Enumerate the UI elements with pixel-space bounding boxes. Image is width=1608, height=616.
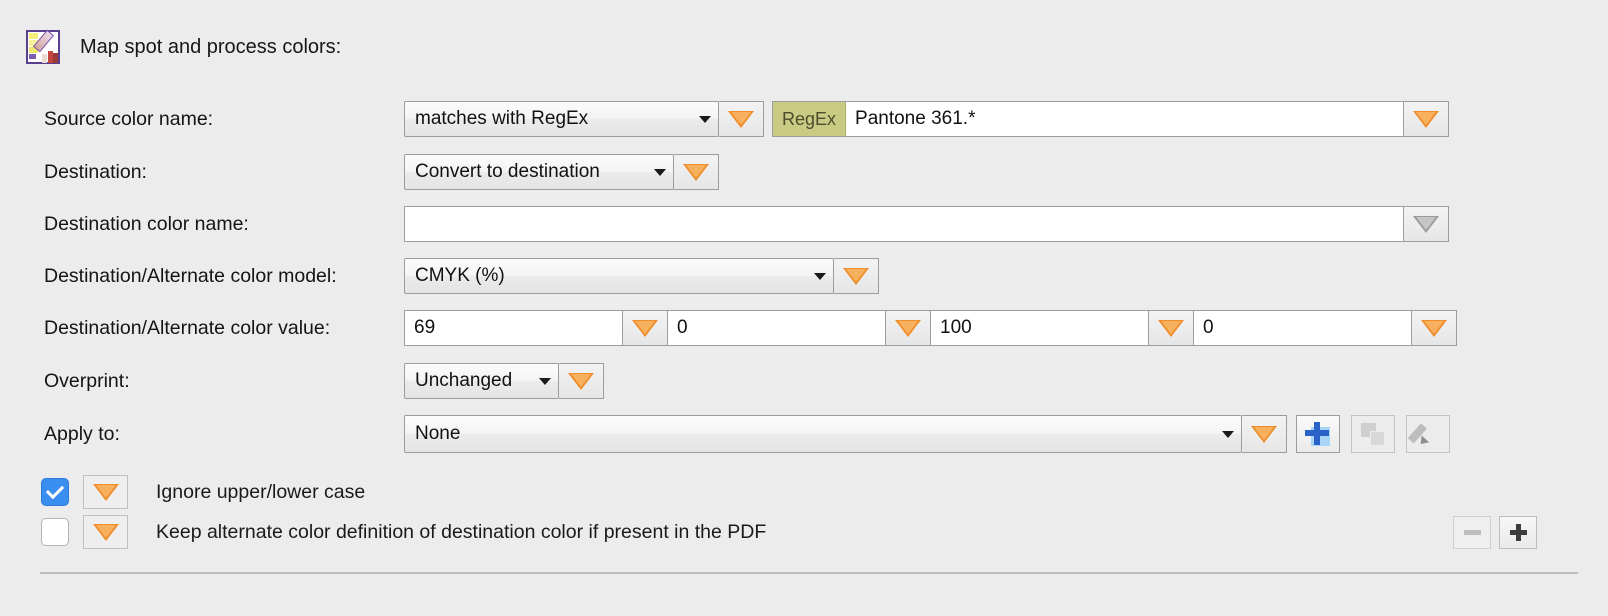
label-color-model: Destination/Alternate color model:	[44, 265, 337, 288]
destination-color-name-input[interactable]	[404, 206, 1404, 242]
copy-icon	[1361, 423, 1385, 446]
chevron-down-icon	[647, 169, 673, 176]
color-value-cyan: 69	[405, 317, 622, 339]
label-source-color-name: Source color name:	[44, 108, 213, 131]
row-color-value: Destination/Alternate color value: 69 0 …	[0, 302, 1608, 354]
orange-triangle-icon	[1158, 320, 1184, 337]
destination-select[interactable]: Convert to destination	[404, 154, 674, 190]
orange-triangle-icon	[1413, 111, 1439, 128]
color-value-magenta: 0	[668, 317, 885, 339]
apply-to-select[interactable]: None	[404, 415, 1242, 453]
overprint-value: Unchanged	[405, 370, 532, 392]
pencil-icon	[1417, 423, 1439, 445]
duplicate-condition-button[interactable]	[1351, 415, 1395, 453]
panel-header: Map spot and process colors:	[26, 28, 341, 66]
row-destination-color-name: Destination color name:	[0, 198, 1608, 250]
orange-triangle-icon	[1421, 320, 1447, 337]
remove-row-button[interactable]	[1453, 516, 1491, 549]
chevron-down-icon	[1215, 431, 1241, 438]
minus-icon	[1464, 530, 1481, 535]
keep-alternate-variable-button[interactable]	[83, 515, 128, 549]
color-value-yellow: 100	[931, 317, 1148, 339]
row-overprint: Overprint: Unchanged	[0, 355, 1608, 407]
color-value-black-variable-button[interactable]	[1412, 310, 1457, 346]
row-keep-alternate: Keep alternate color definition of desti…	[0, 506, 1608, 558]
apply-to-value: None	[405, 423, 1215, 445]
color-value-cyan-variable-button[interactable]	[623, 310, 668, 346]
color-model-variable-button[interactable]	[834, 258, 879, 294]
chevron-down-icon	[692, 116, 718, 123]
plus-icon	[1305, 422, 1331, 446]
orange-triangle-icon	[93, 484, 119, 501]
color-mapping-icon	[26, 28, 64, 66]
plus-icon	[1510, 524, 1527, 541]
row-color-model: Destination/Alternate color model: CMYK …	[0, 250, 1608, 302]
gray-triangle-icon	[1413, 216, 1439, 233]
label-color-value: Destination/Alternate color value:	[44, 317, 330, 340]
source-color-name-variable-button[interactable]	[1404, 101, 1449, 137]
orange-triangle-icon	[93, 524, 119, 541]
source-match-mode-variable-button[interactable]	[719, 101, 764, 137]
label-destination: Destination:	[44, 161, 147, 184]
orange-triangle-icon	[683, 164, 709, 181]
label-destination-color-name: Destination color name:	[44, 213, 249, 236]
edit-condition-button[interactable]	[1406, 415, 1450, 453]
destination-color-name-variable-button	[1404, 206, 1449, 242]
orange-triangle-icon	[568, 373, 594, 390]
color-value-cyan-input[interactable]: 69	[404, 310, 623, 346]
row-apply-to: Apply to: None	[0, 408, 1608, 460]
source-match-mode-select[interactable]: matches with RegEx	[404, 101, 719, 137]
orange-triangle-icon	[1251, 426, 1277, 443]
row-destination: Destination: Convert to destination	[0, 146, 1608, 198]
color-value-black-input[interactable]: 0	[1193, 310, 1412, 346]
chevron-down-icon	[532, 378, 558, 385]
ignore-case-checkbox[interactable]	[41, 478, 69, 506]
orange-triangle-icon	[895, 320, 921, 337]
color-model-value: CMYK (%)	[405, 265, 807, 287]
add-row-button[interactable]	[1499, 516, 1537, 549]
ignore-case-label: Ignore upper/lower case	[156, 481, 365, 504]
regex-badge: RegEx	[773, 102, 846, 136]
destination-variable-button[interactable]	[674, 154, 719, 190]
bottom-divider	[40, 572, 1578, 574]
page-title: Map spot and process colors:	[80, 36, 341, 59]
source-match-mode-value: matches with RegEx	[405, 108, 692, 130]
orange-triangle-icon	[728, 111, 754, 128]
overprint-variable-button[interactable]	[559, 363, 604, 399]
check-icon	[46, 481, 64, 499]
apply-to-variable-button[interactable]	[1242, 415, 1287, 453]
ignore-case-variable-button[interactable]	[83, 475, 128, 509]
add-condition-button[interactable]	[1296, 415, 1340, 453]
color-value-yellow-variable-button[interactable]	[1149, 310, 1194, 346]
color-value-magenta-input[interactable]: 0	[667, 310, 886, 346]
row-source-color-name: Source color name: matches with RegEx Re…	[0, 93, 1608, 145]
source-color-name-input[interactable]: RegEx Pantone 361.*	[772, 101, 1404, 137]
destination-value: Convert to destination	[405, 161, 647, 183]
label-overprint: Overprint:	[44, 370, 130, 393]
keep-alternate-label: Keep alternate color definition of desti…	[156, 521, 766, 544]
color-value-black: 0	[1194, 317, 1411, 339]
keep-alternate-checkbox[interactable]	[41, 518, 69, 546]
orange-triangle-icon	[632, 320, 658, 337]
source-color-name-value: Pantone 361.*	[846, 108, 1403, 130]
chevron-down-icon	[807, 273, 833, 280]
label-apply-to: Apply to:	[44, 423, 120, 446]
orange-triangle-icon	[843, 268, 869, 285]
color-model-select[interactable]: CMYK (%)	[404, 258, 834, 294]
overprint-select[interactable]: Unchanged	[404, 363, 559, 399]
color-value-yellow-input[interactable]: 100	[930, 310, 1149, 346]
color-value-magenta-variable-button[interactable]	[886, 310, 931, 346]
